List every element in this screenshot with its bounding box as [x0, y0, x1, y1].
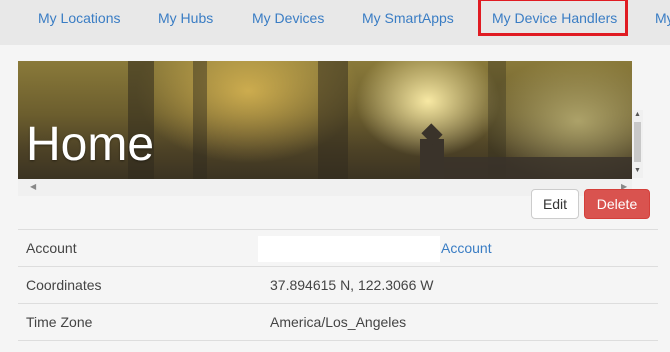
details-row-account: Account Account — [18, 229, 658, 267]
nav-my-locations[interactable]: My Locations — [38, 0, 120, 36]
details-row-timezone: Time Zone America/Los_Angeles — [18, 303, 658, 341]
tree-trunk — [318, 61, 348, 179]
coordinates-label: Coordinates — [26, 277, 102, 293]
nav-my-devices[interactable]: My Devices — [252, 0, 324, 36]
location-hero-image: Home — [18, 61, 632, 179]
scroll-thumb[interactable] — [634, 122, 641, 162]
fence-rail — [444, 157, 632, 179]
tree-trunk — [193, 61, 207, 179]
nav-my-hubs[interactable]: My Hubs — [158, 0, 213, 36]
nav-my-smartapps[interactable]: My SmartApps — [362, 0, 454, 36]
top-navigation: My Locations My Hubs My Devices My Smart… — [0, 0, 670, 45]
details-row-coordinates: Coordinates 37.894615 N, 122.3066 W — [18, 266, 658, 304]
account-label: Account — [26, 240, 77, 256]
scroll-down-icon[interactable]: ▼ — [634, 167, 641, 174]
nav-my-more[interactable]: My — [655, 0, 670, 36]
scroll-up-icon[interactable]: ▲ — [634, 111, 641, 118]
fence-post — [420, 139, 444, 179]
timezone-label: Time Zone — [26, 314, 93, 330]
account-link[interactable]: Account — [441, 230, 492, 267]
delete-button[interactable]: Delete — [584, 189, 650, 219]
coordinates-value: 37.894615 N, 122.3066 W — [270, 277, 434, 293]
location-title: Home — [26, 118, 155, 171]
timezone-value: America/Los_Angeles — [270, 314, 407, 330]
table-bottom-border — [18, 340, 658, 341]
scroll-left-icon[interactable]: ◀ — [30, 182, 36, 191]
redacted-account-name — [258, 236, 440, 262]
highlight-box — [478, 0, 628, 36]
edit-button[interactable]: Edit — [531, 189, 579, 219]
vertical-scrollbar[interactable]: ▲ ▼ — [632, 110, 643, 178]
